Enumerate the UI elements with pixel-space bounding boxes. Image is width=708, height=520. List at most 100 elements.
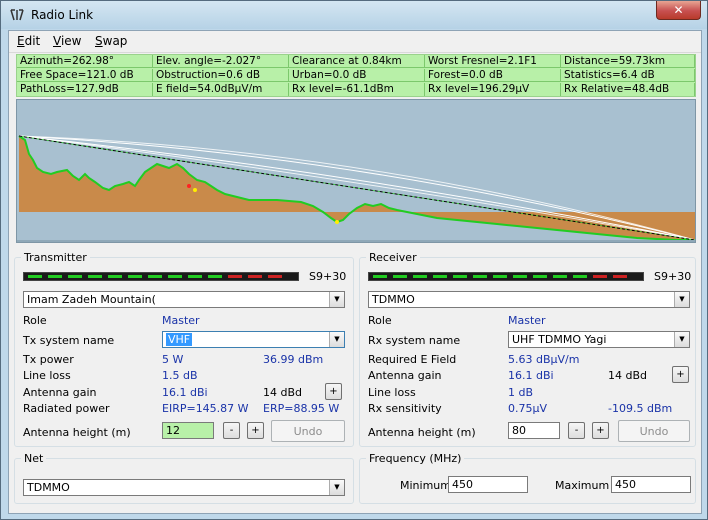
menu-swap[interactable]: Swap [95, 34, 127, 48]
rx-line-loss-label: Line loss [368, 386, 416, 399]
stat-elevation: Elev. angle=-2.027° [153, 55, 289, 68]
tx-power-watts: 5 W [162, 353, 184, 366]
meter-segment [48, 275, 62, 278]
tx-height-plus-button[interactable]: + [247, 422, 264, 439]
stat-statistics: Statistics=6.4 dB [561, 69, 695, 82]
chevron-down-icon[interactable]: ▼ [329, 480, 344, 495]
tx-power-dbm: 36.99 dBm [263, 353, 324, 366]
rx-site-select[interactable]: TDMMO ▼ [368, 291, 690, 308]
meter-segment [513, 275, 527, 278]
meter-segment [533, 275, 547, 278]
meter-segment [88, 275, 102, 278]
chevron-down-icon[interactable]: ▼ [674, 332, 689, 347]
net-select[interactable]: TDMMO ▼ [23, 479, 345, 496]
tx-height-minus-button[interactable]: - [223, 422, 240, 439]
stat-distance: Distance=59.73km [561, 55, 695, 68]
meter-segment [228, 275, 242, 278]
meter-segment [553, 275, 567, 278]
rx-system-select[interactable]: UHF TDMMO Yagi ▼ [508, 331, 690, 348]
stat-e-field: E field=54.0dBµV/m [153, 83, 289, 96]
meter-segment [433, 275, 447, 278]
tx-undo-button[interactable]: Undo [271, 420, 345, 442]
rx-height-plus-button[interactable]: + [592, 422, 609, 439]
tx-role-label: Role [23, 314, 47, 327]
stat-forest: Forest=0.0 dB [425, 69, 561, 82]
rx-height-minus-button[interactable]: - [568, 422, 585, 439]
tx-meter-label: S9+30 [309, 270, 347, 283]
tx-radiated-power-label: Radiated power [23, 402, 110, 415]
frequency-min-label: Minimum [400, 479, 451, 492]
title-bar[interactable]: Radio Link ✕ [1, 1, 707, 29]
rx-undo-button[interactable]: Undo [618, 420, 690, 442]
meter-segment [373, 275, 387, 278]
tx-antenna-height-input[interactable]: 12 [162, 422, 214, 439]
chevron-down-icon[interactable]: ▼ [329, 292, 344, 307]
stat-rx-level-dbm: Rx level=-61.1dBm [289, 83, 425, 96]
rx-role-label: Role [368, 314, 392, 327]
net-group: Net TDMMO ▼ [14, 452, 354, 504]
stat-obstruction: Obstruction=0.6 dB [153, 69, 289, 82]
tx-antenna-gain-dbd: 14 dBd [263, 386, 303, 399]
meter-segment [413, 275, 427, 278]
rx-antenna-gain-plus-button[interactable]: + [672, 366, 689, 383]
meter-segment [248, 275, 262, 278]
stat-worst-fresnel: Worst Fresnel=2.1F1 [425, 55, 561, 68]
tx-antenna-height-label: Antenna height (m) [23, 426, 131, 439]
meter-segment [188, 275, 202, 278]
tx-erp-value: ERP=88.95 W [263, 402, 340, 415]
menu-edit[interactable]: Edit [17, 34, 40, 48]
tx-line-loss-value: 1.5 dB [162, 369, 198, 382]
tx-system-select[interactable]: VHF ▼ [162, 331, 345, 348]
tx-site-select[interactable]: Imam Zadeh Mountain( ▼ [23, 291, 345, 308]
rx-antenna-gain-dbi: 16.1 dBi [508, 369, 554, 382]
chevron-down-icon[interactable]: ▼ [674, 292, 689, 307]
meter-segment [28, 275, 42, 278]
frequency-title: Frequency (MHz) [366, 452, 465, 465]
tx-line-loss-label: Line loss [23, 369, 71, 382]
stat-urban: Urban=0.0 dB [289, 69, 425, 82]
rx-antenna-height-label: Antenna height (m) [368, 426, 476, 439]
frequency-max-input[interactable]: 450 [611, 476, 691, 493]
rx-signal-meter [368, 272, 644, 281]
rx-role-value: Master [508, 314, 546, 327]
client-area: Edit View Swap Azimuth=262.98° Elev. ang… [8, 30, 702, 514]
frequency-max-label: Maximum [555, 479, 610, 492]
stat-free-space: Free Space=121.0 dB [17, 69, 153, 82]
meter-segment [493, 275, 507, 278]
rx-antenna-height-input[interactable]: 80 [508, 422, 560, 439]
tx-antenna-gain-plus-button[interactable]: + [325, 383, 342, 400]
rx-sensitivity-dbm: -109.5 dBm [608, 402, 673, 415]
net-title: Net [21, 452, 47, 465]
stat-rx-relative: Rx Relative=48.4dB [561, 83, 695, 96]
tx-antenna-gain-dbi: 16.1 dBi [162, 386, 208, 399]
close-button[interactable]: ✕ [656, 1, 701, 20]
receiver-group: Receiver S9+30 TDMMO ▼ Role Master Rx sy… [359, 251, 696, 447]
rx-meter-label: S9+30 [654, 270, 692, 283]
rx-system-label: Rx system name [368, 334, 461, 347]
meter-segment [108, 275, 122, 278]
transmitter-title: Transmitter [21, 251, 90, 264]
receiver-title: Receiver [366, 251, 420, 264]
terrain-profile-graphic [17, 100, 695, 242]
frequency-group: Frequency (MHz) Minimum 450 Maximum 450 [359, 452, 696, 504]
meter-segment [128, 275, 142, 278]
tx-signal-meter [23, 272, 299, 281]
rx-required-field-value: 5.63 dBµV/m [508, 353, 580, 366]
rx-sensitivity-label: Rx sensitivity [368, 402, 442, 415]
meter-segment [593, 275, 607, 278]
tx-system-label: Tx system name [23, 334, 115, 347]
transmitter-group: Transmitter S9+30 Imam Zadeh Mountain(▼… [14, 251, 354, 447]
rx-sensitivity-uv: 0.75µV [508, 402, 548, 415]
chevron-down-icon[interactable]: ▼ [329, 332, 344, 347]
radio-tower-icon [10, 9, 24, 21]
rx-antenna-gain-dbd: 14 dBd [608, 369, 648, 382]
link-statistics-panel: Azimuth=262.98° Elev. angle=-2.027° Clea… [16, 54, 696, 97]
tx-antenna-gain-label: Antenna gain [23, 386, 97, 399]
meter-segment [393, 275, 407, 278]
window-title: Radio Link [31, 8, 94, 22]
menu-view[interactable]: View [53, 34, 81, 48]
tx-eirp-value: EIRP=145.87 W [162, 402, 249, 415]
meter-segment [68, 275, 82, 278]
frequency-min-input[interactable]: 450 [448, 476, 528, 493]
terrain-profile-view[interactable] [16, 99, 696, 243]
